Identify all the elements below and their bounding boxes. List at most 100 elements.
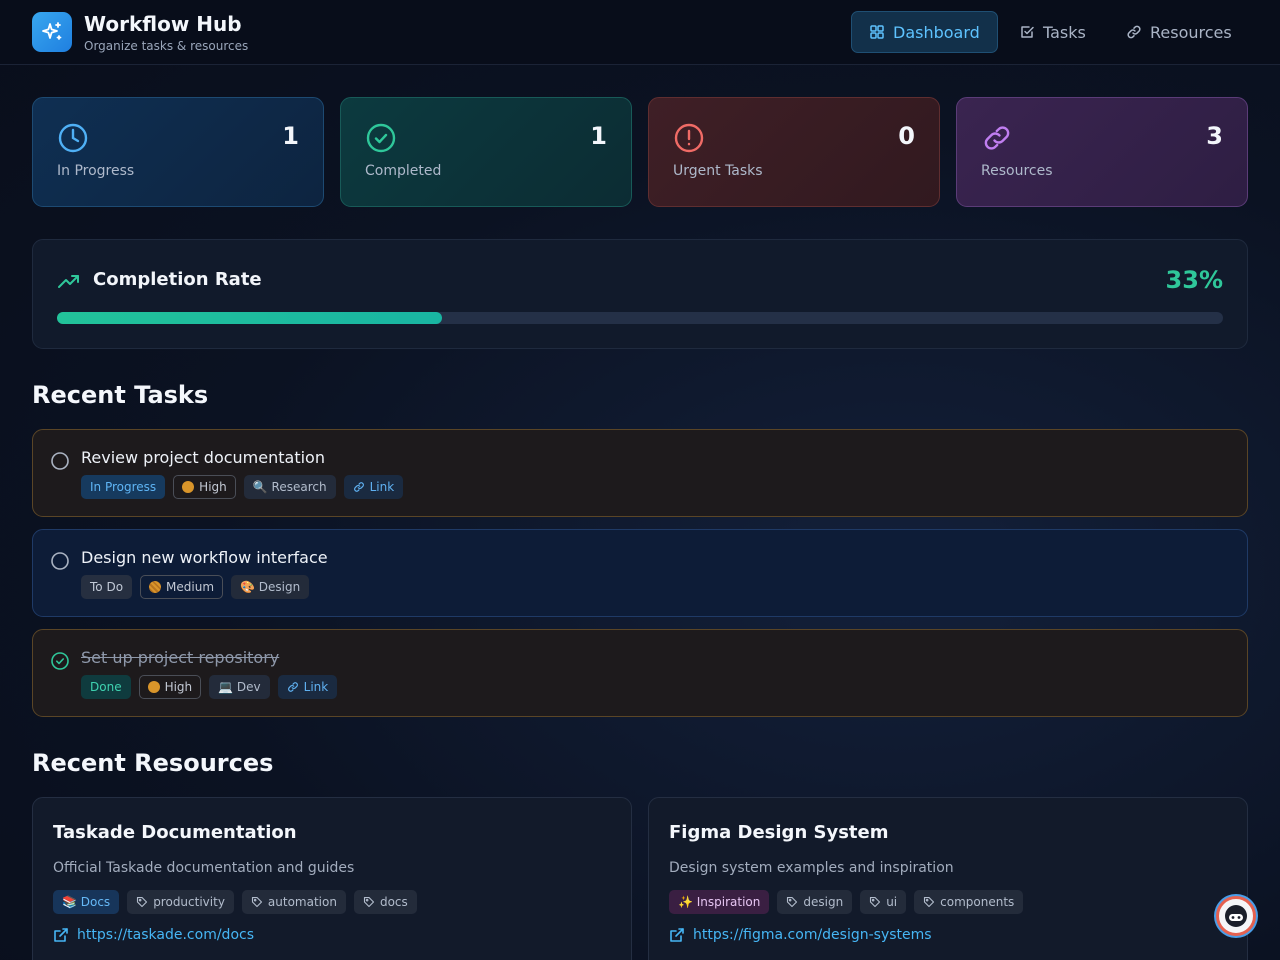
nav-resources[interactable]: Resources (1109, 11, 1249, 53)
tag-icon (251, 896, 262, 908)
check-circle-icon[interactable] (50, 651, 70, 671)
priority-dot-icon (147, 681, 160, 693)
priority-badge: Medium (140, 575, 224, 599)
stat-label: Urgent Tasks (673, 163, 763, 179)
task-card[interactable]: Review project documentation In Progress… (32, 429, 1248, 517)
checkbox-icon (1021, 26, 1034, 38)
task-card[interactable]: Design new workflow interface To Do Medi… (32, 529, 1248, 617)
nav-dashboard-label: Dashboard (893, 22, 980, 42)
resource-tag-label: docs (379, 895, 408, 909)
assistant-face-icon (1225, 905, 1247, 927)
app-header: Workflow Hub Organize tasks & resources … (0, 0, 1280, 65)
priority-badge: High (173, 475, 236, 499)
stat-value: 1 (590, 122, 607, 150)
check-circle-icon (366, 123, 396, 153)
stat-card-resources: 3 Resources (956, 97, 1248, 207)
tag-icon (870, 896, 881, 908)
resource-card[interactable]: Figma Design System Design system exampl… (648, 797, 1248, 960)
resource-description: Design system examples and inspiration (669, 860, 954, 876)
completion-title: Completion Rate (93, 269, 262, 290)
link-icon (1127, 25, 1141, 39)
alert-circle-icon (674, 123, 704, 153)
category-badge: 🎨 Design (231, 575, 310, 599)
resource-url-link[interactable]: https://taskade.com/docs (53, 927, 254, 943)
external-link-icon (670, 928, 684, 942)
resource-tag-label: components (940, 895, 1015, 909)
resource-url-link[interactable]: https://figma.com/design-systems (669, 927, 932, 943)
grid-icon (870, 25, 884, 39)
task-tags: In Progress High 🔍 Research Link (81, 475, 404, 499)
stat-label: Resources (981, 163, 1053, 179)
resource-description: Official Taskade documentation and guide… (53, 860, 355, 876)
status-badge: Done (81, 675, 131, 699)
assistant-chat-button[interactable] (1216, 896, 1256, 936)
tag-icon (787, 896, 798, 908)
tag-icon (924, 896, 935, 908)
priority-badge: High (138, 675, 202, 699)
nav-tasks[interactable]: Tasks (1002, 11, 1103, 53)
resource-category-badge: ✨ Inspiration (669, 890, 770, 914)
resource-url: https://figma.com/design-systems (693, 927, 932, 943)
resource-tag: docs (353, 890, 417, 914)
resource-tag: productivity (127, 890, 234, 914)
priority-dot-icon (182, 481, 195, 493)
stat-value: 3 (1206, 122, 1223, 150)
task-card[interactable]: Set up project repository Done High 💻 De… (32, 629, 1248, 717)
task-link-label: Link (369, 480, 395, 494)
resource-url: https://taskade.com/docs (77, 927, 254, 943)
status-badge: In Progress (81, 475, 166, 499)
progress-fill (57, 312, 442, 324)
link-icon (353, 482, 364, 492)
task-tags: Done High 💻 Dev Link (81, 675, 338, 699)
task-link[interactable]: Link (277, 675, 338, 699)
stat-value: 1 (282, 122, 299, 150)
resource-tag-label: productivity (153, 895, 225, 909)
stat-card-completed: 1 Completed (340, 97, 632, 207)
task-tags: To Do Medium 🎨 Design (81, 575, 310, 599)
resource-tag-label: automation (267, 895, 337, 909)
category-badge: 🔍 Research (243, 475, 336, 499)
link-icon (984, 126, 1010, 150)
stat-value: 0 (898, 122, 915, 150)
priority-dot-icon (149, 581, 162, 593)
trending-up-icon (58, 275, 79, 288)
resource-tag: components (914, 890, 1024, 914)
stat-label: Completed (365, 163, 442, 179)
app-subtitle: Organize tasks & resources (84, 39, 249, 53)
link-icon (287, 682, 298, 692)
stat-label: In Progress (57, 163, 135, 179)
stat-card-urgent: 0 Urgent Tasks (648, 97, 940, 207)
nav-dashboard[interactable]: Dashboard (851, 11, 998, 53)
task-title: Design new workflow interface (81, 548, 328, 567)
nav-resources-label: Resources (1150, 22, 1232, 42)
circle-checkbox-icon[interactable] (50, 451, 70, 471)
recent-resources-heading: Recent Resources (32, 749, 274, 777)
completion-percent: 33% (1165, 266, 1223, 294)
resource-tags: ✨ Inspiration design ui components (669, 890, 1024, 914)
external-link-icon (54, 928, 68, 942)
status-badge: To Do (81, 575, 133, 599)
priority-label: High (164, 680, 193, 694)
tag-icon (363, 896, 375, 908)
clock-icon (58, 123, 88, 153)
task-link-label: Link (303, 680, 329, 694)
priority-label: High (199, 480, 227, 494)
priority-label: Medium (166, 580, 215, 594)
category-badge: 💻 Dev (209, 675, 270, 699)
resource-tag: ui (860, 890, 907, 914)
stat-card-in-progress: 1 In Progress (32, 97, 324, 207)
resource-tag-label: design (803, 895, 844, 909)
recent-tasks-heading: Recent Tasks (32, 381, 209, 409)
tag-icon (137, 896, 148, 908)
resource-tags: 📚 Docs productivity automation docs (53, 890, 417, 914)
task-title: Review project documentation (81, 448, 325, 467)
nav-tasks-label: Tasks (1043, 22, 1086, 42)
task-link[interactable]: Link (343, 475, 404, 499)
resource-title: Taskade Documentation (53, 822, 297, 843)
resource-tag: automation (241, 890, 346, 914)
resource-card[interactable]: Taskade Documentation Official Taskade d… (32, 797, 632, 960)
circle-checkbox-icon[interactable] (50, 551, 70, 571)
app-title: Workflow Hub (84, 12, 242, 36)
task-title: Set up project repository (81, 648, 280, 667)
resource-tag-label: ui (886, 895, 898, 909)
